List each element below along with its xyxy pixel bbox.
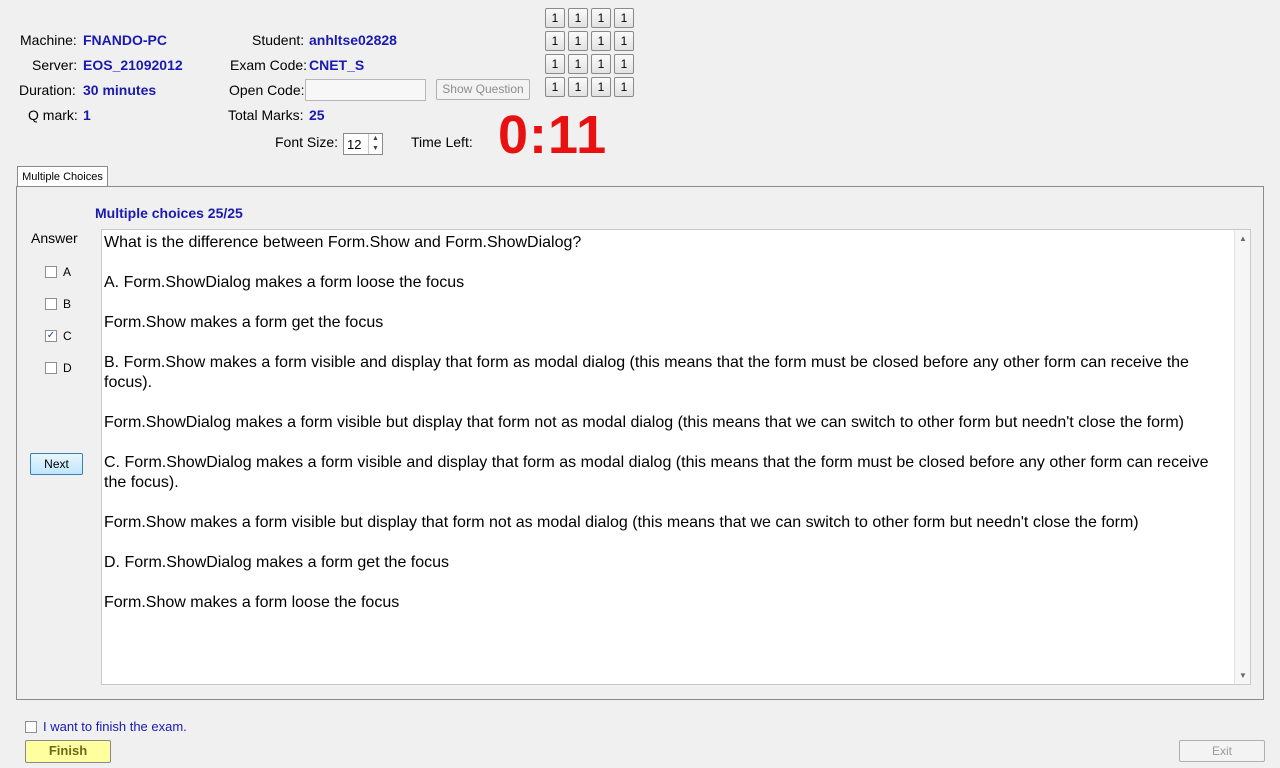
grid-button[interactable]: 1	[591, 31, 611, 51]
scroll-up-icon[interactable]: ▲	[1235, 234, 1251, 243]
finish-exam-label: I want to finish the exam.	[43, 719, 187, 734]
question-line: Form.Show makes a form visible but displ…	[104, 514, 1139, 531]
grid-button[interactable]: 1	[545, 31, 565, 51]
spin-up-icon[interactable]: ▲	[369, 134, 382, 144]
grid-button[interactable]: 1	[591, 8, 611, 28]
answer-c-label: C	[63, 329, 72, 343]
totalmarks-value: 25	[309, 107, 325, 123]
scroll-down-icon[interactable]: ▼	[1235, 671, 1251, 680]
font-size-label: Font Size:	[275, 134, 339, 150]
answer-d-label: D	[63, 361, 72, 375]
tab-multiple-choices[interactable]: Multiple Choices	[17, 166, 108, 187]
checkmark-icon: ✓	[46, 330, 56, 341]
grid-button[interactable]: 1	[568, 77, 588, 97]
grid-button[interactable]: 1	[591, 54, 611, 74]
qmark-value: 1	[83, 107, 91, 123]
grid-button[interactable]: 1	[591, 77, 611, 97]
question-text: What is the difference between Form.Show…	[104, 233, 1234, 633]
answer-label: Answer	[31, 230, 78, 246]
vertical-scrollbar[interactable]: ▲ ▼	[1234, 230, 1250, 684]
qmark-label: Q mark:	[28, 107, 78, 123]
question-text-area[interactable]: What is the difference between Form.Show…	[101, 229, 1251, 685]
grid-button[interactable]: 1	[568, 8, 588, 28]
next-button[interactable]: Next	[30, 453, 83, 475]
opencode-label: Open Code:	[229, 82, 305, 98]
question-line: D. Form.ShowDialog makes a form get the …	[104, 554, 450, 571]
question-line: What is the difference between Form.Show…	[104, 234, 582, 251]
duration-label: Duration:	[19, 82, 76, 98]
duration-value: 30 minutes	[83, 82, 157, 98]
totalmarks-label: Total Marks:	[228, 107, 304, 123]
question-line: Form.ShowDialog makes a form visible but…	[104, 414, 1184, 431]
time-left-value: 0:11	[498, 105, 608, 165]
section-header: Multiple choices 25/25	[95, 205, 243, 221]
font-size-stepper[interactable]: 12 ▲ ▼	[343, 133, 383, 155]
spin-down-icon[interactable]: ▼	[369, 144, 382, 154]
student-value: anhltse02828	[309, 32, 397, 48]
examcode-label: Exam Code:	[230, 57, 308, 73]
opencode-input[interactable]	[305, 79, 426, 101]
grid-button[interactable]: 1	[568, 54, 588, 74]
examcode-value: CNET_S	[309, 57, 365, 73]
tab-panel: Multiple choices 25/25 Answer A B ✓ C D …	[16, 186, 1264, 700]
show-question-button[interactable]: Show Question	[436, 79, 530, 100]
grid-button[interactable]: 1	[568, 31, 588, 51]
student-label: Student:	[252, 32, 305, 48]
question-line: Form.Show makes a form loose the focus	[104, 594, 400, 611]
question-line: A. Form.ShowDialog makes a form loose th…	[104, 274, 465, 291]
grid-button[interactable]: 1	[545, 54, 565, 74]
server-label: Server:	[32, 57, 78, 73]
grid-button[interactable]: 1	[614, 77, 634, 97]
font-size-value: 12	[347, 137, 362, 152]
answer-b-label: B	[63, 297, 72, 311]
finish-button[interactable]: Finish	[25, 740, 111, 763]
exit-button[interactable]: Exit	[1179, 740, 1265, 762]
question-line: Form.Show makes a form get the focus	[104, 314, 384, 331]
answer-c-checkbox[interactable]: ✓	[45, 330, 57, 342]
grid-button[interactable]: 1	[614, 31, 634, 51]
grid-button[interactable]: 1	[614, 8, 634, 28]
machine-value: FNANDO-PC	[83, 32, 167, 48]
grid-button[interactable]: 1	[545, 8, 565, 28]
machine-label: Machine:	[20, 32, 77, 48]
question-line: C. Form.ShowDialog makes a form visible …	[104, 454, 1209, 491]
answer-a-label: A	[63, 265, 72, 279]
grid-button[interactable]: 1	[614, 54, 634, 74]
server-value: EOS_21092012	[83, 57, 183, 73]
time-left-label: Time Left:	[411, 134, 473, 150]
answer-d-checkbox[interactable]	[45, 362, 57, 374]
question-line: B. Form.Show makes a form visible and di…	[104, 354, 1189, 391]
grid-button[interactable]: 1	[545, 77, 565, 97]
answer-b-checkbox[interactable]	[45, 298, 57, 310]
answer-a-checkbox[interactable]	[45, 266, 57, 278]
finish-exam-checkbox[interactable]	[25, 721, 37, 733]
